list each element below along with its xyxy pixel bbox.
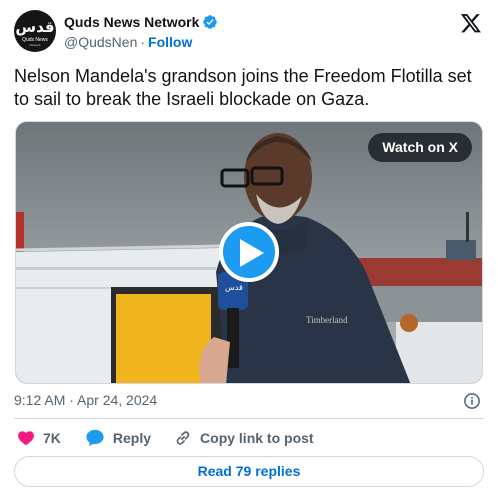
watch-on-x-button[interactable]: Watch on X (368, 133, 472, 162)
follow-button[interactable]: Follow (148, 34, 192, 50)
separator: · (140, 34, 146, 50)
heart-icon (18, 431, 34, 446)
handle-line: @QudsNen · Follow (64, 34, 192, 50)
link-icon (176, 431, 190, 445)
like-button[interactable]: 7K (17, 429, 61, 447)
display-name[interactable]: Quds News Network (64, 14, 199, 30)
avatar[interactable]: قدس Quds News Network (14, 10, 56, 52)
copy-link-label: Copy link to post (200, 430, 314, 446)
timestamp-row: 9:12 AM · Apr 24, 2024 (14, 392, 484, 410)
x-logo-icon[interactable] (460, 12, 482, 34)
reply-label: Reply (112, 430, 152, 446)
timestamp[interactable]: 9:12 AM · Apr 24, 2024 (14, 392, 157, 408)
tweet-header: قدس Quds News Network Quds News Network … (14, 10, 484, 54)
play-icon (240, 239, 264, 267)
avatar-logo-subtitle-2: Network (29, 43, 41, 47)
tweet-text: Nelson Mandela's grandson joins the Free… (14, 66, 472, 109)
mic-label: قدس (225, 283, 243, 292)
handle[interactable]: @QudsNen (64, 34, 137, 50)
play-button[interactable] (219, 222, 279, 282)
avatar-logo-text: قدس (15, 18, 55, 36)
info-icon[interactable] (463, 392, 481, 410)
like-count: 7K (43, 430, 61, 446)
read-replies-button[interactable]: Read 79 replies (14, 456, 484, 487)
video-player[interactable]: Timberland قدس Watch on X (15, 121, 483, 384)
action-bar: 7K Reply Copy link to post (14, 428, 484, 448)
speech-bubble-icon (86, 429, 104, 447)
jacket-label: Timberland (306, 315, 348, 325)
reply-button[interactable]: Reply (85, 429, 151, 447)
copy-link-button[interactable]: Copy link to post (174, 429, 314, 447)
verified-badge-icon (203, 15, 218, 29)
divider (14, 418, 484, 419)
name-line: Quds News Network (64, 14, 218, 30)
